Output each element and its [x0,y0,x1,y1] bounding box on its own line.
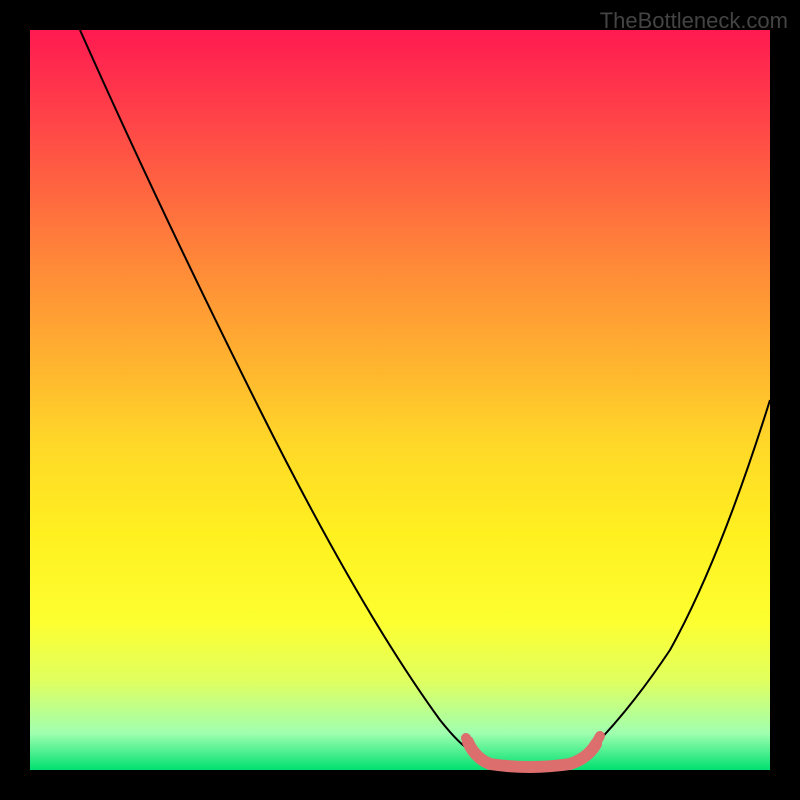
chart-curves [30,30,770,770]
bottom-highlight-path-2 [466,738,472,750]
left-curve-path [80,30,470,750]
watermark-text: TheBottleneck.com [600,8,788,34]
bottom-highlight-path [468,742,596,767]
bottom-highlight-path-3 [592,736,600,750]
right-curve-path [590,400,770,750]
